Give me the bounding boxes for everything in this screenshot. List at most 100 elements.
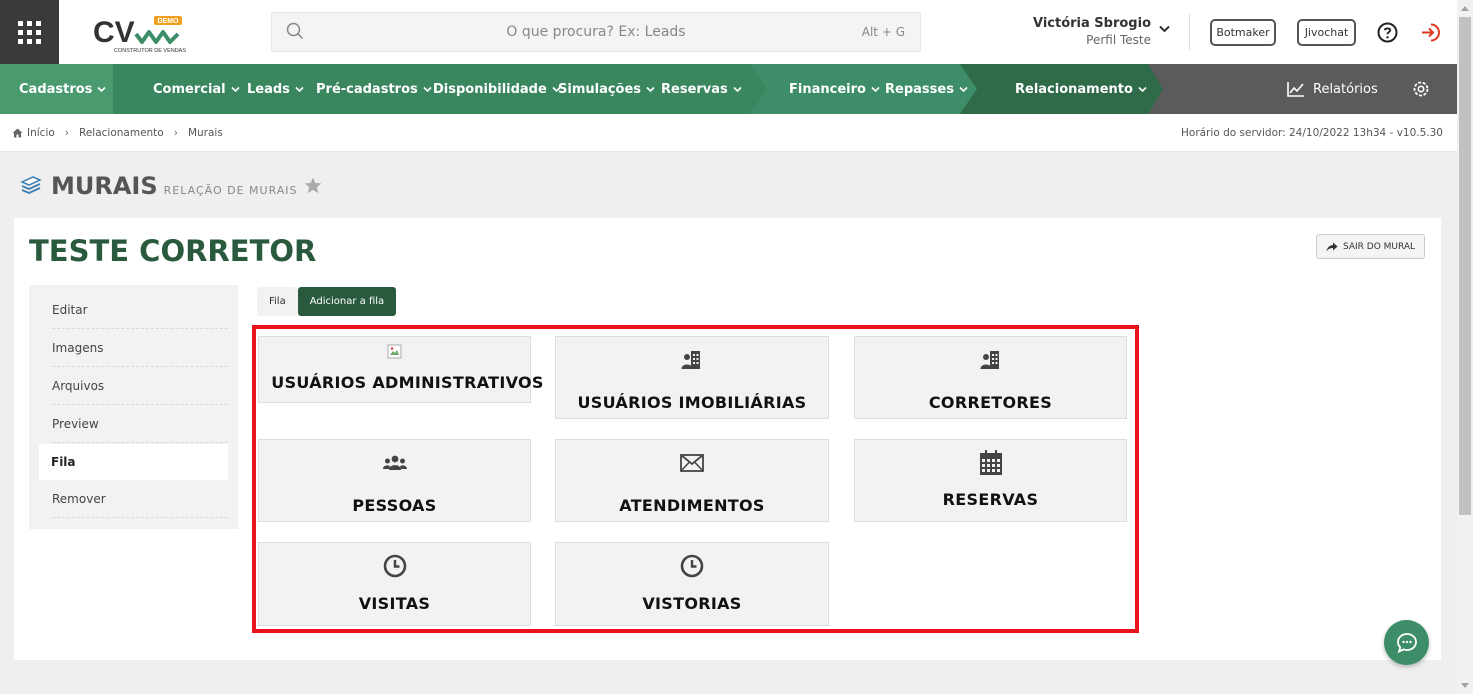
page-header: MURAIS RELAÇÃO DE MURAIS xyxy=(19,172,322,200)
scroll-up-arrow-icon[interactable] xyxy=(1461,6,1469,11)
card-label: VISTORIAS xyxy=(642,594,742,613)
logo-badge: DEMO xyxy=(158,18,180,25)
chevron-down-icon xyxy=(1138,86,1147,92)
chevron-down-icon xyxy=(423,86,432,92)
nav-relatorios[interactable]: Relatórios xyxy=(1287,64,1378,114)
top-bar: CV DEMO CONSTRUTOR DE VENDAS O que procu… xyxy=(0,0,1457,64)
search-shortcut: Alt + G xyxy=(861,25,905,39)
user-name: Victória Sbrogio xyxy=(1032,16,1151,31)
card-label: CORRETORES xyxy=(928,393,1053,412)
chevron-down-icon xyxy=(959,86,968,92)
building-user-icon xyxy=(680,347,704,373)
logo-tagline: CONSTRUTOR DE VENDAS xyxy=(114,48,186,54)
search-placeholder: O que procura? Ex: Leads xyxy=(506,24,686,40)
chevron-down-icon xyxy=(97,86,107,92)
help-icon[interactable] xyxy=(1377,22,1398,43)
building-user-icon xyxy=(979,347,1003,373)
queue-tabs: Fila Adicionar a fila xyxy=(257,287,397,316)
user-menu[interactable]: Victória Sbrogio Perfil Teste xyxy=(1033,16,1151,47)
chat-bubble-icon xyxy=(1396,632,1417,653)
chevron-down-icon xyxy=(646,86,655,92)
card-label: PESSOAS xyxy=(352,496,437,515)
nav-comercial[interactable]: Comercial xyxy=(153,64,240,114)
logout-icon[interactable] xyxy=(1420,22,1441,43)
card-vistorias[interactable]: VISTORIAS xyxy=(555,542,829,626)
share-arrow-icon xyxy=(1326,242,1338,251)
cv-logo[interactable]: CV DEMO CONSTRUTOR DE VENDAS xyxy=(92,12,187,54)
menu-item-editar[interactable]: Editar xyxy=(52,291,228,329)
clock-icon xyxy=(383,553,407,579)
card-label: VISITAS xyxy=(358,594,431,613)
card-label: ATENDIMENTOS xyxy=(619,496,765,515)
card-label: RESERVAS xyxy=(942,490,1039,509)
botmaker-button[interactable]: Botmaker xyxy=(1210,19,1276,46)
menu-item-imagens[interactable]: Imagens xyxy=(52,329,228,367)
card-reservas[interactable]: RESERVAS xyxy=(854,439,1127,522)
exit-mural-button[interactable]: SAIR DO MURAL xyxy=(1316,234,1425,259)
layers-icon xyxy=(20,176,42,194)
chevron-down-icon xyxy=(733,86,742,92)
card-corretores[interactable]: CORRETORES xyxy=(854,336,1127,419)
chevron-down-icon xyxy=(295,86,304,92)
chat-button[interactable] xyxy=(1384,620,1429,665)
mural-side-menu: Editar Imagens Arquivos Preview Fila Rem… xyxy=(29,285,238,529)
page-title: MURAIS xyxy=(51,172,158,200)
tab-fila[interactable]: Fila xyxy=(257,287,298,316)
scrollbar-thumb[interactable] xyxy=(1459,17,1471,515)
header-divider xyxy=(1189,14,1190,50)
menu-item-preview[interactable]: Preview xyxy=(52,405,228,443)
logo-text: CV xyxy=(93,16,135,49)
menu-item-remover[interactable]: Remover xyxy=(52,480,228,518)
clock-icon xyxy=(680,553,704,579)
user-profile: Perfil Teste xyxy=(1086,33,1151,47)
nav-cadastros[interactable]: Cadastros xyxy=(19,64,107,114)
mural-panel: TESTE CORRETOR SAIR DO MURAL Editar Imag… xyxy=(14,218,1441,660)
tab-adicionar-a-fila[interactable]: Adicionar a fila xyxy=(297,287,397,316)
card-label: USUÁRIOS IMOBILIÁRIAS xyxy=(577,393,807,412)
menu-item-arquivos[interactable]: Arquivos xyxy=(52,367,228,405)
menu-item-fila[interactable]: Fila xyxy=(39,444,228,480)
breadcrumb-separator: › xyxy=(64,127,69,139)
chevron-down-icon xyxy=(871,86,880,92)
server-time: Horário do servidor: 24/10/2022 13h34 - … xyxy=(1181,127,1443,139)
users-icon xyxy=(382,450,407,476)
apps-grid-icon xyxy=(18,20,41,44)
star-icon[interactable] xyxy=(304,177,322,194)
card-usuarios-imobiliarias[interactable]: USUÁRIOS IMOBILIÁRIAS xyxy=(555,336,829,419)
nav-pre-cadastros[interactable]: Pré-cadastros xyxy=(316,64,432,114)
main-nav: Cadastros Comercial Leads Pré-cadastros … xyxy=(0,64,1457,114)
card-atendimentos[interactable]: ATENDIMENTOS xyxy=(555,439,829,522)
chevron-down-icon xyxy=(231,86,240,92)
nav-relacionamento[interactable]: Relacionamento xyxy=(1015,64,1147,114)
broken-image-icon xyxy=(387,344,403,360)
nav-leads[interactable]: Leads xyxy=(247,64,304,114)
nav-simulacoes[interactable]: Simulações xyxy=(558,64,655,114)
scroll-down-arrow-icon[interactable] xyxy=(1461,683,1469,688)
gear-icon[interactable] xyxy=(1411,79,1431,99)
page-subtitle: RELAÇÃO DE MURAIS xyxy=(163,184,298,197)
home-icon xyxy=(12,128,23,138)
apps-grid-button[interactable] xyxy=(0,0,59,64)
nav-repasses[interactable]: Repasses xyxy=(885,64,968,114)
card-pessoas[interactable]: PESSOAS xyxy=(258,439,531,522)
breadcrumb-separator: › xyxy=(173,127,178,139)
calendar-icon xyxy=(979,450,1003,476)
page-scrollbar[interactable] xyxy=(1457,0,1473,694)
breadcrumb-bar: Início › Relacionamento › Murais Horário… xyxy=(0,114,1457,152)
nav-reservas[interactable]: Reservas xyxy=(661,64,742,114)
jivochat-button[interactable]: Jivochat xyxy=(1297,19,1356,46)
chevron-down-icon[interactable] xyxy=(1159,25,1170,33)
global-search-input[interactable]: O que procura? Ex: Leads Alt + G xyxy=(271,12,921,52)
breadcrumb: Início › Relacionamento › Murais xyxy=(12,127,223,139)
nav-financeiro[interactable]: Financeiro xyxy=(789,64,880,114)
breadcrumb-inicio[interactable]: Início xyxy=(27,127,55,139)
nav-disponibilidade[interactable]: Disponibilidade xyxy=(433,64,561,114)
breadcrumb-relacionamento[interactable]: Relacionamento xyxy=(79,127,164,139)
line-chart-icon xyxy=(1287,82,1304,97)
card-usuarios-administrativos[interactable]: USUÁRIOS ADMINISTRATIVOS xyxy=(258,336,543,403)
card-visitas[interactable]: VISITAS xyxy=(258,542,531,626)
breadcrumb-murais: Murais xyxy=(187,127,223,139)
mural-title: TESTE CORRETOR xyxy=(29,234,317,268)
card-label: USUÁRIOS ADMINISTRATIVOS xyxy=(271,373,544,392)
envelope-icon xyxy=(680,450,704,476)
